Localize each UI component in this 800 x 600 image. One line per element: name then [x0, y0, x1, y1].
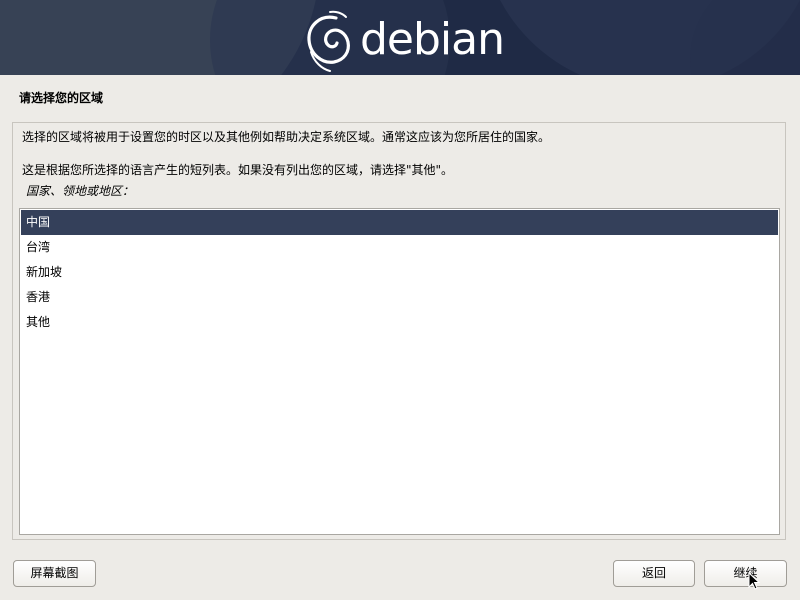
debian-logo-text: debian — [360, 14, 505, 65]
description-text-1: 选择的区域将被用于设置您的时区以及其他例如帮助决定系统区域。通常这应该为您所居住… — [22, 130, 551, 144]
list-item-singapore[interactable]: 新加坡 — [21, 260, 778, 285]
list-item-taiwan[interactable]: 台湾 — [21, 235, 778, 260]
list-item-china[interactable]: 中国 — [21, 210, 778, 235]
continue-button[interactable]: 继续 — [704, 560, 787, 587]
list-item-hongkong[interactable]: 香港 — [21, 285, 778, 310]
page-title: 请选择您的区域 — [19, 91, 104, 105]
list-label: 国家、领地或地区： — [26, 184, 135, 198]
debian-logo: debian — [300, 4, 505, 74]
region-listbox[interactable]: 中国 台湾 新加坡 香港 其他 — [19, 208, 780, 535]
debian-banner: debian — [0, 0, 800, 75]
description-text-2: 这是根据您所选择的语言产生的短列表。如果没有列出您的区域，请选择"其他"。 — [22, 163, 454, 177]
back-button[interactable]: 返回 — [613, 560, 695, 587]
list-item-other[interactable]: 其他 — [21, 310, 778, 335]
screenshot-button[interactable]: 屏幕截图 — [13, 560, 96, 587]
debian-swirl-icon — [307, 10, 350, 72]
mouse-cursor-icon — [748, 572, 760, 590]
